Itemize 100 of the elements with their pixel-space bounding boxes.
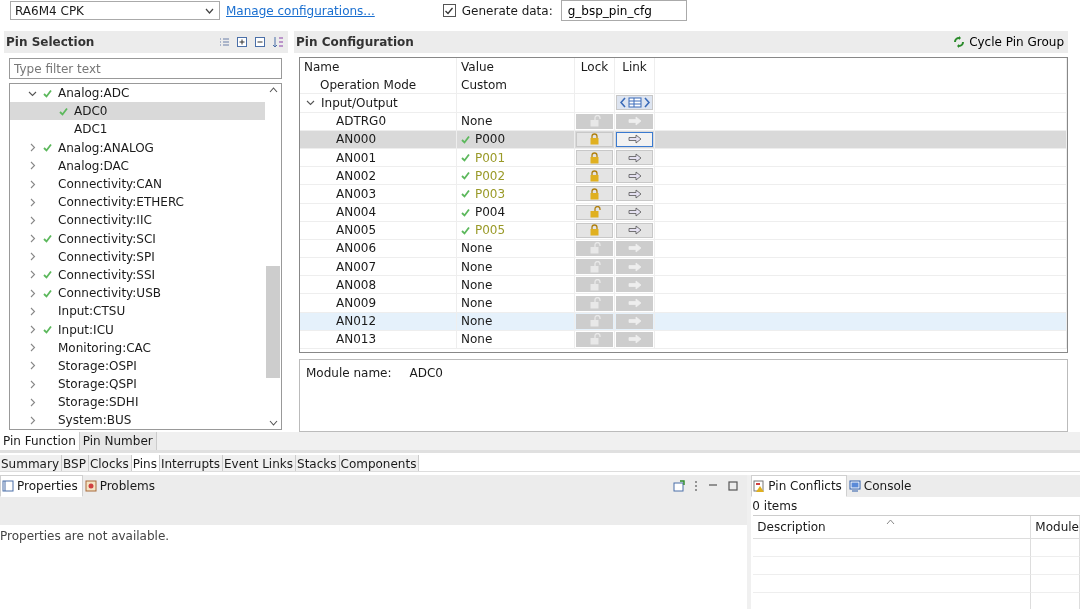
tree-item[interactable]: Connectivity:USB [10, 284, 265, 303]
scroll-down-icon[interactable] [268, 420, 278, 426]
table-cell: P005 [457, 221, 575, 240]
scroll-up-icon[interactable] [268, 87, 278, 93]
arrow-right-icon [627, 261, 642, 272]
tree-item[interactable]: Connectivity:CAN [10, 174, 265, 194]
module-name-value: ADC0 [409, 366, 443, 380]
chevron-right-icon[interactable] [28, 215, 37, 225]
board-dropdown[interactable]: RA6M4 CPK [10, 1, 220, 20]
arrow-right-icon [627, 207, 642, 218]
column-header: Link [615, 58, 655, 77]
chevron-right-icon[interactable] [28, 415, 37, 425]
generate-data-checkbox[interactable] [442, 4, 456, 17]
chevron-down-icon[interactable] [306, 98, 315, 108]
filter-field[interactable]: Type filter text [9, 58, 282, 79]
table-cell [575, 76, 615, 95]
table-cell[interactable]: Input/Output [300, 94, 457, 113]
table-cell: AN007 [300, 258, 457, 277]
console-icon [848, 480, 861, 492]
scrollbar[interactable] [265, 84, 281, 429]
tree-item[interactable]: System:BUS [10, 411, 265, 429]
chevron-right-icon[interactable] [28, 161, 37, 171]
arrow-right-icon [627, 225, 642, 236]
chevron-right-icon[interactable] [28, 197, 37, 207]
pin-view-icon[interactable] [673, 480, 686, 492]
view-tab[interactable]: Properties [0, 475, 83, 497]
tree-item[interactable]: Connectivity:SPI [10, 247, 265, 266]
table-cell: None [457, 239, 575, 259]
tree-item[interactable]: ADC1 [10, 120, 265, 139]
editor-tab[interactable]: BSP [62, 455, 89, 471]
table-cell: AN013 [300, 330, 457, 349]
chevron-right-icon[interactable] [28, 325, 37, 335]
generate-data-field[interactable]: g_bsp_pin_cfg [560, 0, 687, 21]
problems-icon [84, 480, 97, 492]
view-tab[interactable]: Pin Number [79, 432, 157, 450]
view-tab[interactable]: Problems [82, 475, 160, 497]
chevron-right-icon[interactable] [28, 234, 37, 244]
tree-item[interactable]: Analog:DAC [10, 156, 265, 175]
tree-item[interactable]: Storage:QSPI [10, 375, 265, 394]
editor-tab[interactable]: Components [339, 455, 420, 471]
padlock-icon [588, 224, 601, 237]
chevron-right-icon[interactable] [28, 361, 37, 371]
column-header[interactable]: Description [753, 516, 1032, 539]
scroll-thumb[interactable] [266, 266, 280, 378]
editor-tab[interactable]: Interrupts [159, 455, 223, 471]
tree-item[interactable]: ADC0 [10, 102, 265, 121]
tree-item[interactable]: Storage:SDHI [10, 393, 265, 412]
chevron-right-icon[interactable] [28, 252, 37, 262]
item-count: 0 items [751, 498, 799, 515]
chevron-right-icon[interactable] [28, 143, 37, 153]
chevron-right-icon[interactable] [28, 397, 37, 407]
maximize-icon[interactable] [727, 480, 740, 492]
collapse-all-icon[interactable] [254, 36, 266, 48]
open-padlock-icon [588, 206, 601, 219]
table-cell: None [457, 276, 575, 295]
view-tab[interactable]: Pin Function [0, 432, 80, 450]
table-cell: AN008 [300, 276, 457, 295]
tree-item[interactable]: Storage:OSPI [10, 356, 265, 375]
table-cell: AN005 [300, 221, 457, 240]
manage-configurations-link[interactable]: Manage configurations... [226, 3, 375, 18]
tree-item[interactable]: Input:ICU [10, 320, 265, 339]
table-cell: AN002 [300, 167, 457, 186]
editor-tab[interactable]: Summary [0, 455, 62, 471]
tree-item[interactable]: Input:CTSU [10, 302, 265, 321]
tree-item[interactable]: Monitoring:CAC [10, 338, 265, 357]
chevron-right-icon[interactable] [28, 288, 37, 298]
chevron-right-icon[interactable] [28, 379, 37, 389]
sort-icon[interactable] [272, 36, 284, 48]
tree-item[interactable]: Connectivity:SCI [10, 229, 265, 248]
arrow-right-icon [627, 334, 642, 345]
expand-all-icon[interactable] [236, 36, 248, 48]
tree-item[interactable]: Analog:ANALOG [10, 138, 265, 157]
tree-item[interactable]: Analog:ADC [10, 84, 265, 103]
editor-tab[interactable]: Stacks [296, 455, 340, 471]
open-padlock-icon [588, 278, 601, 291]
arrow-right-icon [627, 152, 642, 163]
table-cell: Custom [457, 76, 575, 95]
chevron-right-icon[interactable] [28, 343, 37, 353]
column-header: Lock [575, 58, 615, 77]
chevron-right-icon[interactable] [28, 306, 37, 316]
table-cell: P002 [457, 167, 575, 186]
more-options-icon[interactable] [693, 480, 700, 492]
properties-icon [2, 480, 14, 492]
editor-tab[interactable]: Event Links [223, 455, 296, 471]
column-header[interactable]: Module [1031, 516, 1080, 539]
arrow-right-icon [627, 316, 642, 327]
arrow-right-icon [627, 279, 642, 290]
tree-item[interactable]: Connectivity:SSI [10, 265, 265, 285]
module-name-label: Module name: [306, 366, 392, 380]
editor-tab[interactable]: Pins [131, 455, 160, 471]
editor-tab[interactable]: Clocks [88, 455, 132, 471]
padlock-icon [588, 151, 601, 164]
chevron-right-icon[interactable] [28, 179, 37, 189]
view-tab[interactable]: Pin Conflicts [751, 475, 847, 497]
cycle-pin-group-button[interactable]: Cycle Pin Group [953, 35, 1064, 49]
tree-item[interactable]: Connectivity:IIC [10, 211, 265, 230]
tree-item[interactable]: Connectivity:ETHERC [10, 193, 265, 212]
table-cell: AN003 [300, 185, 457, 204]
chevron-right-icon[interactable] [28, 270, 37, 280]
view-tab[interactable]: Console [846, 475, 917, 497]
